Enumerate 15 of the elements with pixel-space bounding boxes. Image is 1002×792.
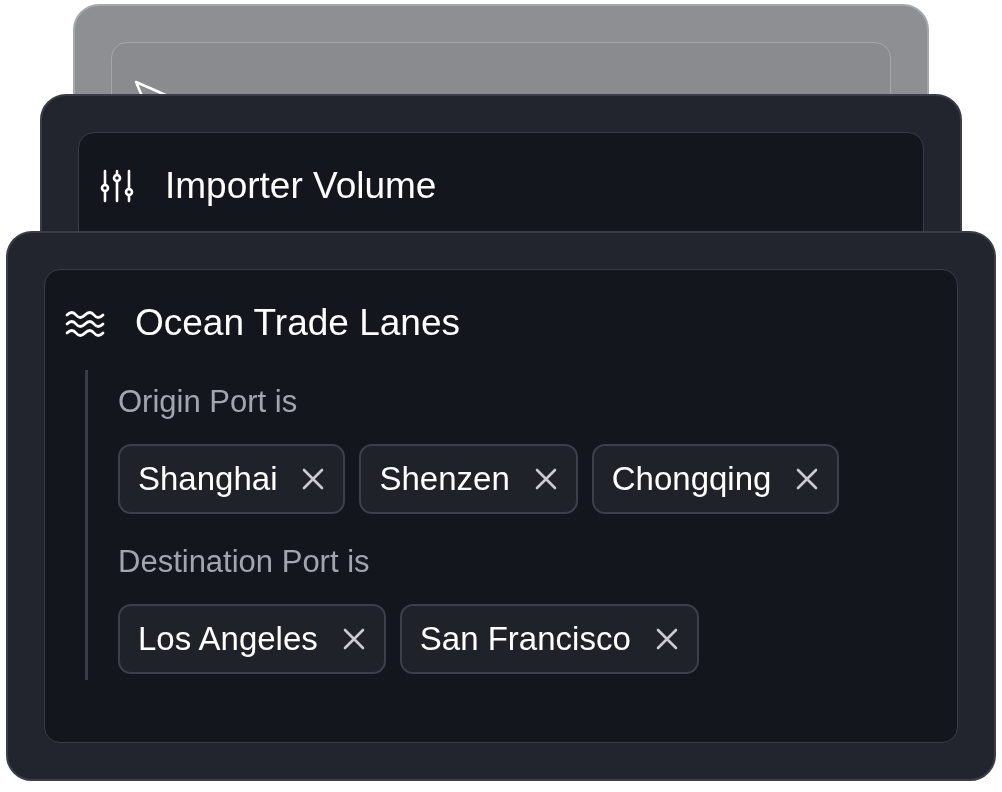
filter-label: Destination Port is xyxy=(118,544,371,580)
close-icon[interactable] xyxy=(341,627,366,651)
chip-label: Shanghai xyxy=(138,460,278,498)
close-icon[interactable] xyxy=(654,627,679,651)
chip-label: Chongqing xyxy=(611,460,772,498)
card-title: Importer Volume xyxy=(165,165,437,207)
card-title: Ocean Trade Lanes xyxy=(135,302,460,344)
chip-label: San Francisco xyxy=(419,620,631,658)
sliders-icon xyxy=(99,168,135,204)
close-icon[interactable] xyxy=(795,467,820,491)
close-icon[interactable] xyxy=(533,467,558,491)
filter-label: Origin Port is xyxy=(118,384,299,420)
close-icon[interactable] xyxy=(301,467,326,491)
chip-label: Shenzen xyxy=(379,460,510,498)
chip-label: Los Angeles xyxy=(138,620,318,658)
